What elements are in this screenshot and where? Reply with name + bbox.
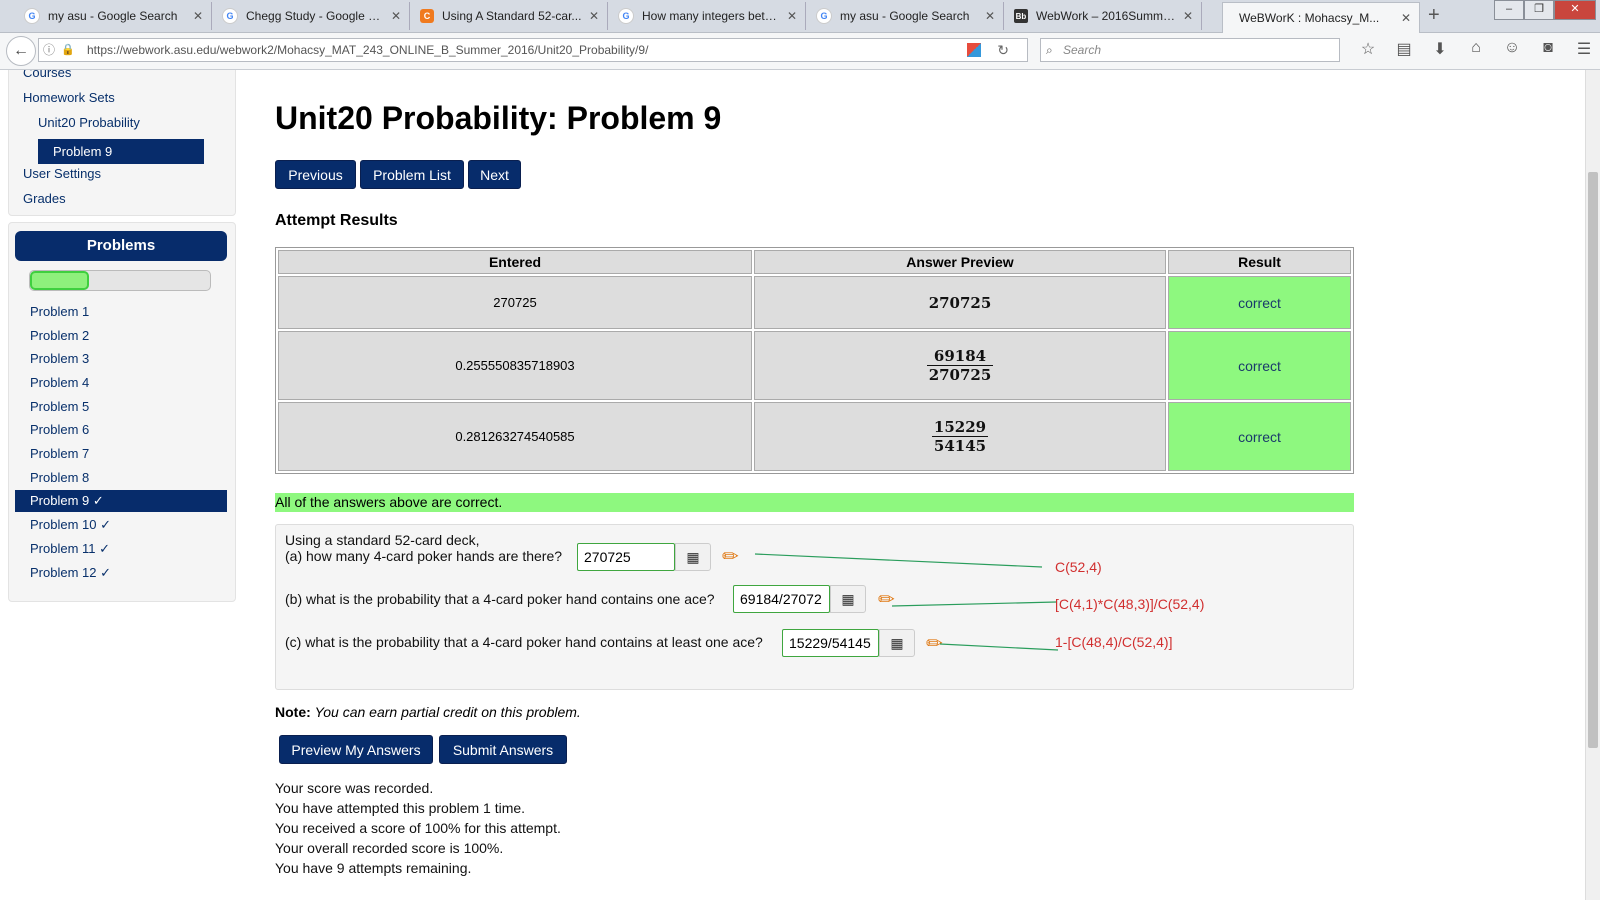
vertical-scrollbar[interactable]	[1585, 70, 1600, 900]
tab-label: Using A Standard 52-car...	[442, 9, 582, 23]
status-line: Your overall recorded score is 100%.	[275, 840, 504, 856]
close-icon[interactable]: ✕	[787, 9, 797, 23]
preview-answers-button[interactable]: Preview My Answers	[279, 735, 433, 764]
partial-credit-note: Note: You can earn partial credit on thi…	[275, 704, 581, 720]
chat-icon[interactable]: ☺	[1494, 39, 1530, 59]
annotation-a: C(52,4)	[1055, 559, 1102, 575]
note-text: You can earn partial credit on this prob…	[314, 704, 581, 720]
tab-label: Chegg Study - Google Se...	[246, 9, 385, 23]
tab-label: WeBWorK : Mohacsy_M...	[1239, 11, 1380, 25]
close-icon[interactable]: ✕	[985, 9, 995, 23]
search-input[interactable]: ⌕ Search	[1040, 38, 1340, 62]
blackboard-icon: Bb	[1014, 9, 1028, 23]
status-line: You received a score of 100% for this at…	[275, 820, 561, 836]
submit-answers-button[interactable]: Submit Answers	[439, 735, 567, 764]
page-content: Courses Homework Sets Unit20 Probability…	[0, 70, 1585, 900]
download-icon[interactable]: ⬇	[1422, 39, 1458, 59]
tab-chegg-search[interactable]: G Chegg Study - Google Se... ✕	[212, 2, 410, 30]
tab-webwork-active[interactable]: WeBWorK : Mohacsy_M... ✕	[1222, 2, 1420, 33]
annotation-line-c	[939, 643, 1059, 651]
search-placeholder: Search	[1063, 43, 1102, 57]
google-icon: G	[816, 8, 832, 24]
close-icon[interactable]: ✕	[391, 9, 401, 23]
navigation-toolbar: ← ⓘ 🔒 https://webwork.asu.edu/webwork2/M…	[0, 33, 1600, 70]
url-bar[interactable]: ⓘ 🔒 https://webwork.asu.edu/webwork2/Moh…	[38, 38, 1028, 62]
bookmark-star-icon[interactable]: ☆	[1350, 39, 1386, 59]
reload-icon[interactable]: ↻	[997, 39, 1009, 61]
home-icon[interactable]: ⌂	[1458, 39, 1494, 59]
close-icon[interactable]: ✕	[1401, 11, 1411, 25]
google-icon: G	[618, 8, 634, 24]
status-line: You have 9 attempts remaining.	[275, 860, 472, 876]
chegg-icon: C	[420, 9, 434, 23]
tab-my-asu[interactable]: G my asu - Google Search ✕	[14, 2, 212, 30]
google-icon: G	[222, 8, 238, 24]
tab-blackboard[interactable]: Bb WebWork – 2016Summer... ✕	[1004, 2, 1202, 30]
google-icon: G	[24, 8, 40, 24]
minimize-icon[interactable]: –	[1494, 0, 1524, 20]
annotation-lines	[754, 553, 1059, 651]
lock-icon: 🔒	[61, 44, 75, 56]
new-tab-icon[interactable]: +	[1428, 4, 1440, 27]
status-line: Your score was recorded.	[275, 780, 434, 796]
tab-integers-search[interactable]: G How many integers betw... ✕	[608, 2, 806, 30]
toolbar-icons: ☆ ▤ ⬇ ⌂ ☺ ◙ ☰	[1350, 39, 1600, 59]
pocket-icon[interactable]: ◙	[1530, 39, 1566, 59]
back-arrow-icon[interactable]: ←	[6, 36, 36, 66]
close-icon[interactable]: ✕	[589, 9, 599, 23]
annotation-line-a	[754, 553, 1043, 568]
close-icon[interactable]: ✕	[1183, 9, 1193, 23]
tab-strip: G my asu - Google Search ✕ G Chegg Study…	[0, 0, 1600, 33]
tab-label: my asu - Google Search	[48, 9, 178, 23]
info-icon[interactable]: ⓘ	[43, 39, 55, 61]
window-close-icon[interactable]: ✕	[1554, 0, 1596, 20]
restore-icon[interactable]: ❐	[1524, 0, 1554, 20]
url-text: https://webwork.asu.edu/webwork2/Mohacsy…	[87, 43, 649, 57]
annotation-line-b	[891, 601, 1057, 607]
status-line: You have attempted this problem 1 time.	[275, 800, 526, 816]
tab-label: my asu - Google Search	[840, 9, 970, 23]
annotation-c: 1-[C(48,4)/C(52,4)]	[1055, 634, 1173, 650]
annotation-b: [C(4,1)*C(48,3)]/C(52,4)	[1055, 596, 1205, 612]
scrollbar-thumb[interactable]	[1588, 172, 1598, 748]
menu-icon[interactable]: ☰	[1566, 39, 1600, 59]
tab-label: How many integers betw...	[642, 9, 781, 23]
tab-label: WebWork – 2016Summer...	[1036, 9, 1177, 23]
tab-chegg-question[interactable]: C Using A Standard 52-car... ✕	[410, 2, 608, 30]
tab-my-asu-2[interactable]: G my asu - Google Search ✕	[806, 2, 1004, 30]
window-controls: – ❐ ✕	[1494, 0, 1596, 20]
close-icon[interactable]: ✕	[193, 9, 203, 23]
reading-list-icon[interactable]: ▤	[1386, 39, 1422, 59]
search-icon: ⌕	[1046, 43, 1053, 57]
extension-icon[interactable]	[967, 43, 981, 57]
note-label: Note:	[275, 704, 311, 720]
